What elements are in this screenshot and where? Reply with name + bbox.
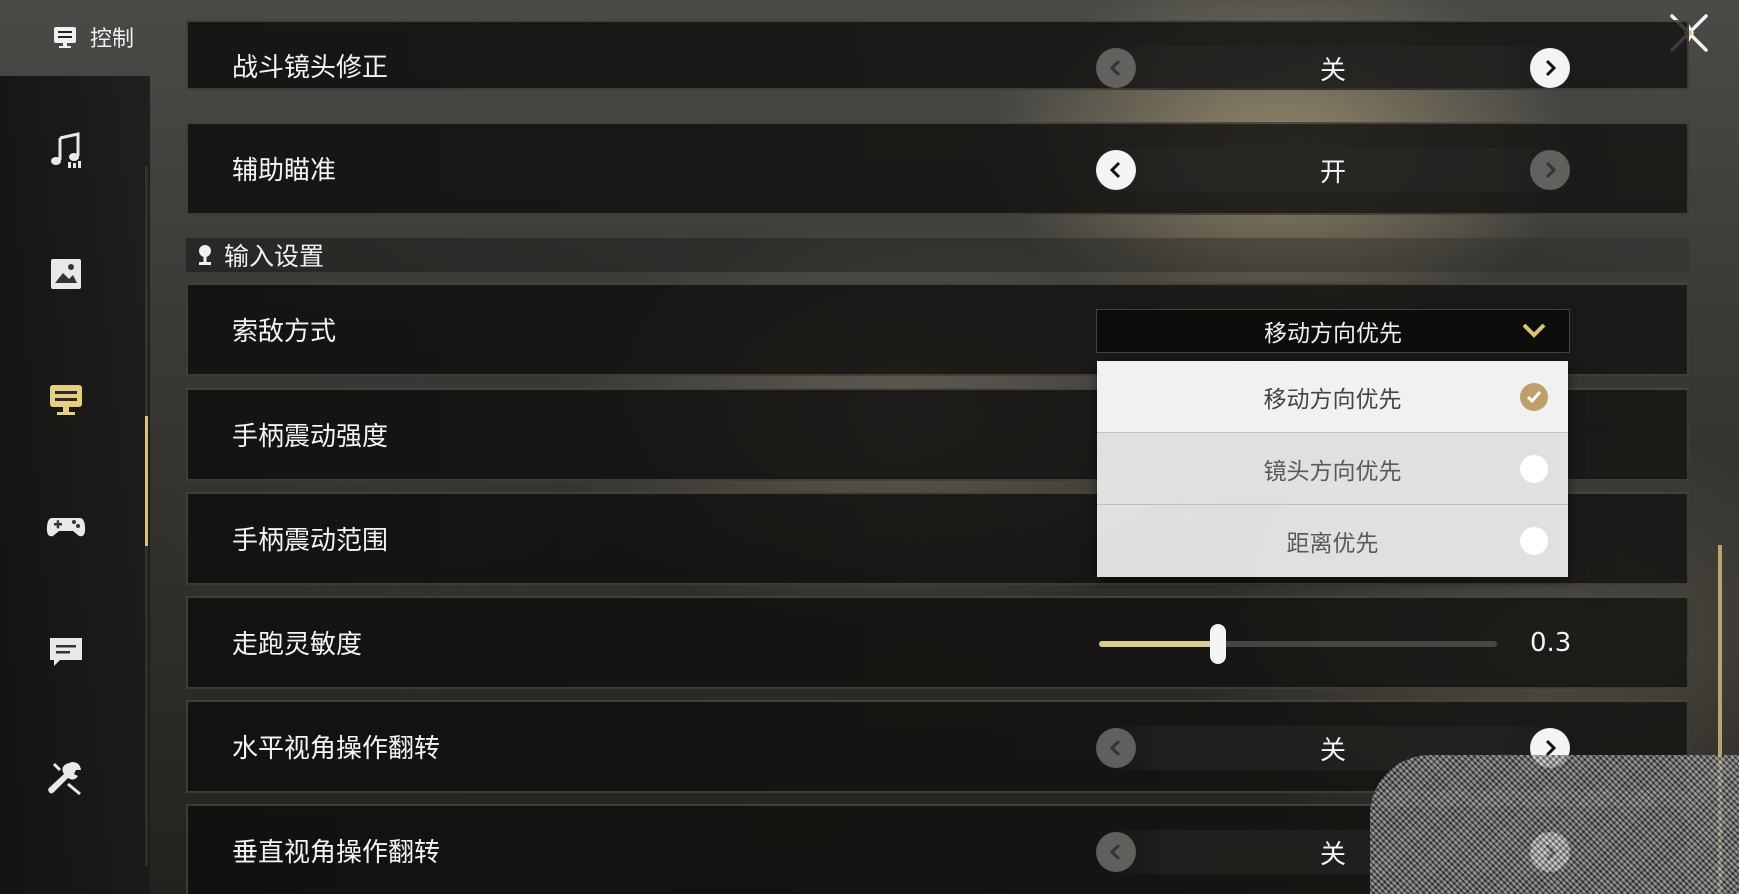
chevron-right-icon [1545,161,1557,179]
pin-icon [199,245,211,265]
sensitivity-slider[interactable] [1099,624,1497,664]
chevron-down-icon [1522,323,1546,338]
sidebar-item-controls[interactable] [40,374,92,426]
setting-label: 战斗镜头修正 [232,53,389,83]
radio-empty-icon [1520,455,1548,483]
toggle-value: 开 [1319,157,1346,188]
sidebar-item-other[interactable] [40,752,92,804]
dropdown-option-label: 镜头方向优先 [1263,458,1402,485]
toggle-prev-button[interactable] [1096,832,1136,872]
page-title: 控制 [52,20,134,54]
setting-row-run-sensitivity: 走跑灵敏度 0.3 [186,596,1689,689]
toggle-next-button[interactable] [1530,48,1570,88]
targeting-dropdown[interactable]: 移动方向优先 [1096,309,1570,353]
slider-thumb[interactable] [1210,624,1226,664]
wrench-icon [48,762,81,796]
setting-label: 辅助瞄准 [232,156,337,186]
setting-label: 手柄震动强度 [232,422,389,452]
sidebar-active-indicator [145,416,148,546]
toggle-camera-correction: 关 [1096,46,1570,90]
dropdown-option-label: 移动方向优先 [1263,386,1402,413]
toggle-prev-button[interactable] [1096,48,1136,88]
image-icon [51,259,81,289]
setting-label: 走跑灵敏度 [232,630,363,660]
targeting-dropdown-menu: 移动方向优先 镜头方向优先 距离优先 [1097,361,1568,577]
sidebar-item-graphics[interactable] [40,248,92,300]
dropdown-selected-value: 移动方向优先 [1264,321,1402,347]
controls-icon [54,27,76,48]
sidebar [0,76,150,894]
music-icon [51,132,81,168]
slider-fill [1099,641,1218,647]
toggle-prev-button[interactable] [1096,728,1136,768]
chevron-left-icon [1109,59,1121,77]
toggle-aim-assist: 开 [1096,148,1570,192]
section-header-input: 输入设置 [186,238,1689,272]
chevron-left-icon [1109,739,1121,757]
setting-row-aim-assist: 辅助瞄准 开 [186,122,1689,215]
chevron-left-icon [1109,843,1121,861]
blurred-watermark [1370,755,1739,894]
controls-icon [50,385,82,415]
sidebar-item-gamepad[interactable] [40,500,92,552]
dropdown-option-label: 距离优先 [1286,531,1379,557]
chat-icon [50,638,82,666]
dropdown-option[interactable]: 距离优先 [1097,505,1568,577]
toggle-next-button[interactable] [1530,150,1570,190]
chevron-left-icon [1109,161,1121,179]
setting-label: 手柄震动范围 [232,526,389,556]
toggle-value: 关 [1319,55,1346,86]
setting-label: 水平视角操作翻转 [232,734,441,764]
radio-empty-icon [1520,527,1548,555]
checkmark-icon [1520,383,1548,411]
sidebar-item-chat[interactable] [40,626,92,678]
toggle-value: 关 [1319,735,1346,766]
setting-row-camera-correction: 战斗镜头修正 关 [186,20,1689,90]
toggle-prev-button[interactable] [1096,150,1136,190]
section-title: 输入设置 [224,242,325,271]
slider-value: 0.3 [1530,627,1572,658]
setting-label: 垂直视角操作翻转 [232,838,441,868]
sidebar-item-audio[interactable] [40,124,92,176]
chevron-right-icon [1545,59,1557,77]
toggle-value: 关 [1319,839,1346,870]
dropdown-option[interactable]: 镜头方向优先 [1097,433,1568,505]
page-title-text: 控制 [90,27,135,52]
setting-label: 索敌方式 [232,317,337,347]
gamepad-icon [46,518,86,537]
dropdown-option[interactable]: 移动方向优先 [1097,361,1568,433]
